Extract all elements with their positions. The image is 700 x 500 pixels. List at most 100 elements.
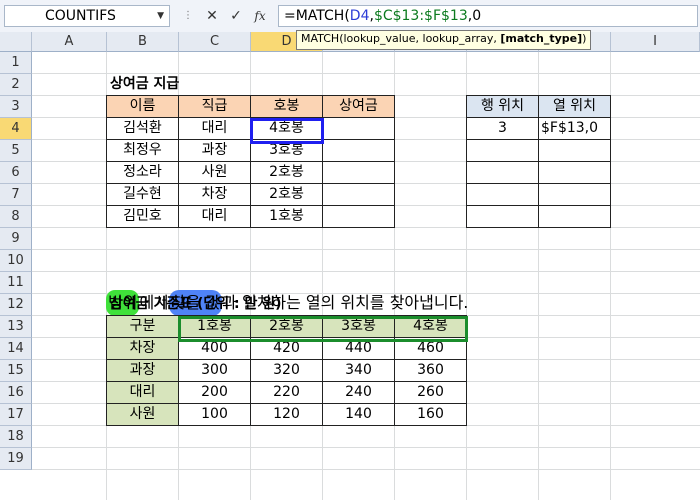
- table3-header-cell[interactable]: 구분: [106, 315, 179, 338]
- table1-cell[interactable]: [322, 161, 395, 184]
- column-header-i[interactable]: I: [611, 32, 700, 52]
- spreadsheet-grid: ABCDEFGHI 12345678910111213141516171819 …: [0, 32, 700, 500]
- formula-suffix: ,0: [467, 8, 482, 24]
- table3-cell[interactable]: 360: [394, 359, 467, 382]
- table3-header-cell[interactable]: 2호봉: [250, 315, 323, 338]
- table2-cell[interactable]: 3: [466, 117, 539, 140]
- row-header-17[interactable]: 17: [0, 404, 32, 426]
- table1-cell[interactable]: 김석환: [106, 117, 179, 140]
- table1-cell[interactable]: 김민호: [106, 205, 179, 228]
- formula-input[interactable]: =MATCH(D4,$C$13:$F$13,0: [278, 5, 698, 27]
- tooltip-prefix: MATCH(lookup_value, lookup_array,: [301, 32, 501, 45]
- row-header-16[interactable]: 16: [0, 382, 32, 404]
- table3-cell[interactable]: 260: [394, 381, 467, 404]
- row-header-8[interactable]: 8: [0, 206, 32, 228]
- fx-icon[interactable]: fx: [250, 6, 270, 26]
- table2-header-cell[interactable]: 열 위치: [538, 95, 611, 118]
- row-header-6[interactable]: 6: [0, 162, 32, 184]
- row-header-13[interactable]: 13: [0, 316, 32, 338]
- editing-cell[interactable]: $F$13,0: [538, 117, 611, 140]
- table3-cell[interactable]: 300: [178, 359, 251, 382]
- column-header-b[interactable]: B: [107, 32, 179, 52]
- table1-cell[interactable]: 1호봉: [250, 205, 323, 228]
- table3-row-label[interactable]: 사원: [106, 403, 179, 426]
- row-header-3[interactable]: 3: [0, 96, 32, 118]
- table1-cell[interactable]: 2호봉: [250, 183, 323, 206]
- row-header-11[interactable]: 11: [0, 272, 32, 294]
- table3-header-cell[interactable]: 3호봉: [322, 315, 395, 338]
- table3-cell[interactable]: 240: [322, 381, 395, 404]
- formula-prefix: =MATCH(: [284, 8, 350, 24]
- formula-bar: COUNTIFS ▼ ⋮ ✕ ✓ fx =MATCH(D4,$C$13:$F$1…: [0, 0, 700, 50]
- table3-header-cell[interactable]: 1호봉: [178, 315, 251, 338]
- table3-row-label[interactable]: 과장: [106, 359, 179, 382]
- table3-cell[interactable]: 440: [322, 337, 395, 360]
- table3-row-label[interactable]: 차장: [106, 337, 179, 360]
- function-tooltip[interactable]: MATCH(lookup_value, lookup_array, [match…: [296, 30, 592, 50]
- table1-cell[interactable]: [322, 117, 395, 140]
- table1-header-cell[interactable]: 호봉: [250, 95, 323, 118]
- table3-cell[interactable]: 340: [322, 359, 395, 382]
- table1-cell[interactable]: 최정우: [106, 139, 179, 162]
- row-header-15[interactable]: 15: [0, 360, 32, 382]
- table2-cell[interactable]: [538, 161, 611, 184]
- table1-cell[interactable]: [322, 205, 395, 228]
- table2-cell[interactable]: [538, 183, 611, 206]
- row-header-1[interactable]: 1: [0, 52, 32, 74]
- row-header-12[interactable]: 12: [0, 294, 32, 316]
- table3-cell[interactable]: 460: [394, 337, 467, 360]
- check-icon[interactable]: ✓: [226, 6, 246, 26]
- table1-header-cell[interactable]: 직급: [178, 95, 251, 118]
- table1-cell[interactable]: 3호봉: [250, 139, 323, 162]
- table2-cell[interactable]: [466, 139, 539, 162]
- table1-cell[interactable]: [322, 183, 395, 206]
- table3-cell[interactable]: 320: [250, 359, 323, 382]
- table3-cell[interactable]: 400: [178, 337, 251, 360]
- table3-header-cell[interactable]: 4호봉: [394, 315, 467, 338]
- table3-cell[interactable]: 420: [250, 337, 323, 360]
- chevron-down-icon[interactable]: ▼: [157, 6, 164, 26]
- tooltip-suffix: ): [582, 32, 587, 45]
- table1-cell[interactable]: 대리: [178, 205, 251, 228]
- table3-cell[interactable]: 220: [250, 381, 323, 404]
- table1-title: 상여금 지급: [110, 76, 180, 92]
- row-header-4[interactable]: 4: [0, 118, 32, 140]
- row-header-19[interactable]: 19: [0, 448, 32, 470]
- table1-cell[interactable]: 길수현: [106, 183, 179, 206]
- table1-cell[interactable]: 사원: [178, 161, 251, 184]
- table1-cell[interactable]: [322, 139, 395, 162]
- table3-cell[interactable]: 100: [178, 403, 251, 426]
- table3-cell[interactable]: 160: [394, 403, 467, 426]
- table1-cell[interactable]: 과장: [178, 139, 251, 162]
- table2-cell[interactable]: [466, 205, 539, 228]
- table1-cell[interactable]: 차장: [178, 183, 251, 206]
- select-all-corner[interactable]: [0, 32, 32, 52]
- table1-cell[interactable]: 대리: [178, 117, 251, 140]
- table2-cell[interactable]: [538, 139, 611, 162]
- table1-cell[interactable]: 2호봉: [250, 161, 323, 184]
- table3-cell[interactable]: 120: [250, 403, 323, 426]
- table2-cell[interactable]: [466, 161, 539, 184]
- row-header-2[interactable]: 2: [0, 74, 32, 96]
- close-icon[interactable]: ✕: [202, 6, 222, 26]
- table1-cell[interactable]: 정소라: [106, 161, 179, 184]
- table1-header-cell[interactable]: 상여금: [322, 95, 395, 118]
- row-header-5[interactable]: 5: [0, 140, 32, 162]
- table2-header-cell[interactable]: 행 위치: [466, 95, 539, 118]
- table1-cell[interactable]: 4호봉: [250, 117, 323, 140]
- table3-row-label[interactable]: 대리: [106, 381, 179, 404]
- row-header-10[interactable]: 10: [0, 250, 32, 272]
- name-box[interactable]: COUNTIFS ▼: [4, 5, 170, 27]
- row-header-14[interactable]: 14: [0, 338, 32, 360]
- table2-cell[interactable]: [466, 183, 539, 206]
- table2-cell[interactable]: [538, 205, 611, 228]
- row-header-9[interactable]: 9: [0, 228, 32, 250]
- column-header-c[interactable]: C: [179, 32, 251, 52]
- row-header-7[interactable]: 7: [0, 184, 32, 206]
- table1-header-cell[interactable]: 이름: [106, 95, 179, 118]
- table3-cell[interactable]: 200: [178, 381, 251, 404]
- row-header-18[interactable]: 18: [0, 426, 32, 448]
- table3-title: 상여금 기준표 (단위 : 만 원): [110, 296, 282, 312]
- column-header-a[interactable]: A: [32, 32, 107, 52]
- table3-cell[interactable]: 140: [322, 403, 395, 426]
